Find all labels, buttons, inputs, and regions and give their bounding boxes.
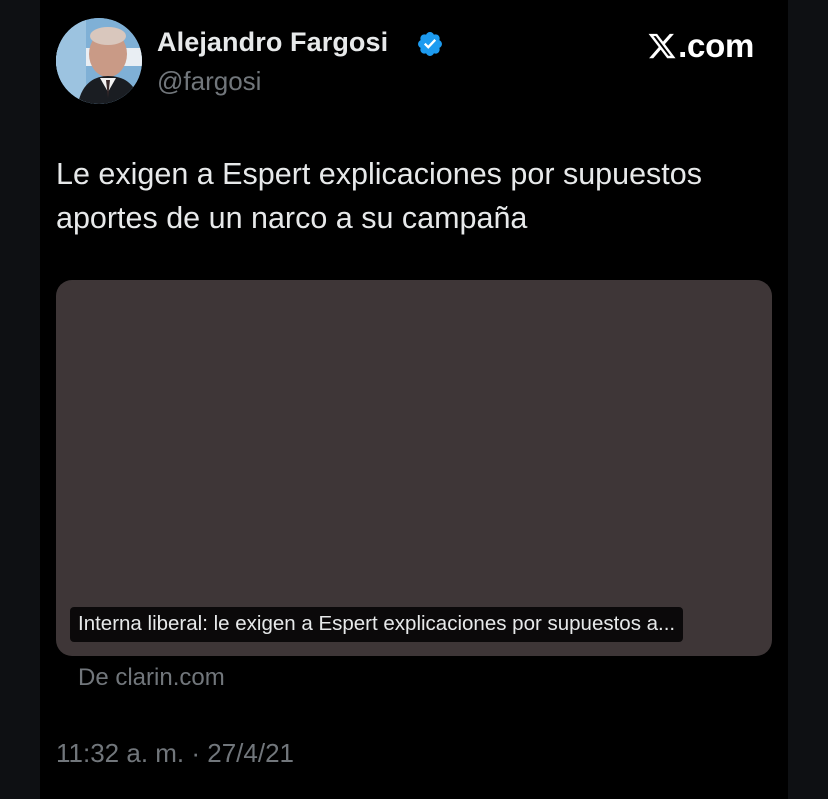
author-name[interactable]: Alejandro Fargosi (157, 27, 388, 58)
screenshot-canvas: Alejandro Fargosi @fargosi .com Le exige… (0, 0, 828, 799)
author-avatar[interactable] (56, 18, 142, 104)
tweet-time: 11:32 a. m. (56, 738, 185, 768)
x-logo-icon (648, 33, 676, 59)
brand-domain-text: .com (678, 27, 754, 64)
tweet-card: Alejandro Fargosi @fargosi .com Le exige… (40, 0, 788, 799)
avatar-portrait-icon (56, 18, 142, 104)
tweet-date: 27/4/21 (207, 738, 295, 768)
verified-badge-icon (418, 32, 442, 56)
tweet-text: Le exigen a Espert explicaciones por sup… (56, 157, 702, 235)
brand-watermark: .com (647, 26, 754, 66)
tweet-timestamp[interactable]: 11:32 a. m. · 27/4/21 (56, 738, 294, 769)
author-handle[interactable]: @fargosi (157, 66, 261, 97)
timestamp-separator: · (184, 738, 208, 768)
tweet-header: Alejandro Fargosi @fargosi .com (56, 18, 772, 108)
link-preview-caption[interactable]: Interna liberal: le exigen a Espert expl… (70, 607, 684, 642)
link-source[interactable]: De clarin.com (78, 664, 225, 692)
link-preview-card[interactable]: Interna liberal: le exigen a Espert expl… (56, 280, 772, 656)
